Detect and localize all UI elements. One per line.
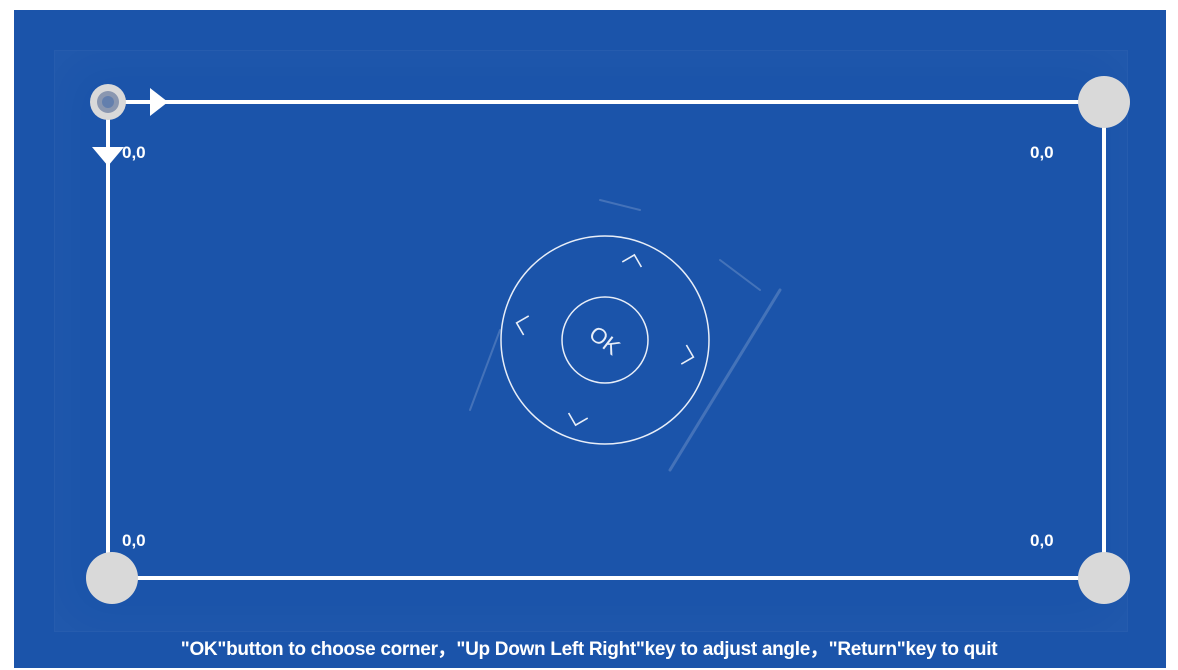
corner-label-bottom-right: 0,0 (1030, 531, 1054, 550)
corner-handle-bottom-left[interactable] (86, 552, 138, 604)
arrow-down-icon (92, 147, 124, 166)
background-streaks (469, 199, 782, 472)
ok-label: OK (584, 321, 625, 360)
corner-handle-top-left[interactable] (90, 84, 126, 120)
corner-label-top-left: 0,0 (122, 143, 146, 162)
corner-label-bottom-left: 0,0 (122, 531, 146, 550)
keystone-frame: OK (86, 76, 1130, 604)
corner-handle-top-right[interactable] (1078, 76, 1130, 128)
instruction-text: "OK"button to choose corner，"Up Down Lef… (180, 639, 998, 660)
arrow-right-icon (150, 88, 168, 116)
corner-label-top-right: 0,0 (1030, 143, 1054, 162)
corner-handle-bottom-right[interactable] (1078, 552, 1130, 604)
